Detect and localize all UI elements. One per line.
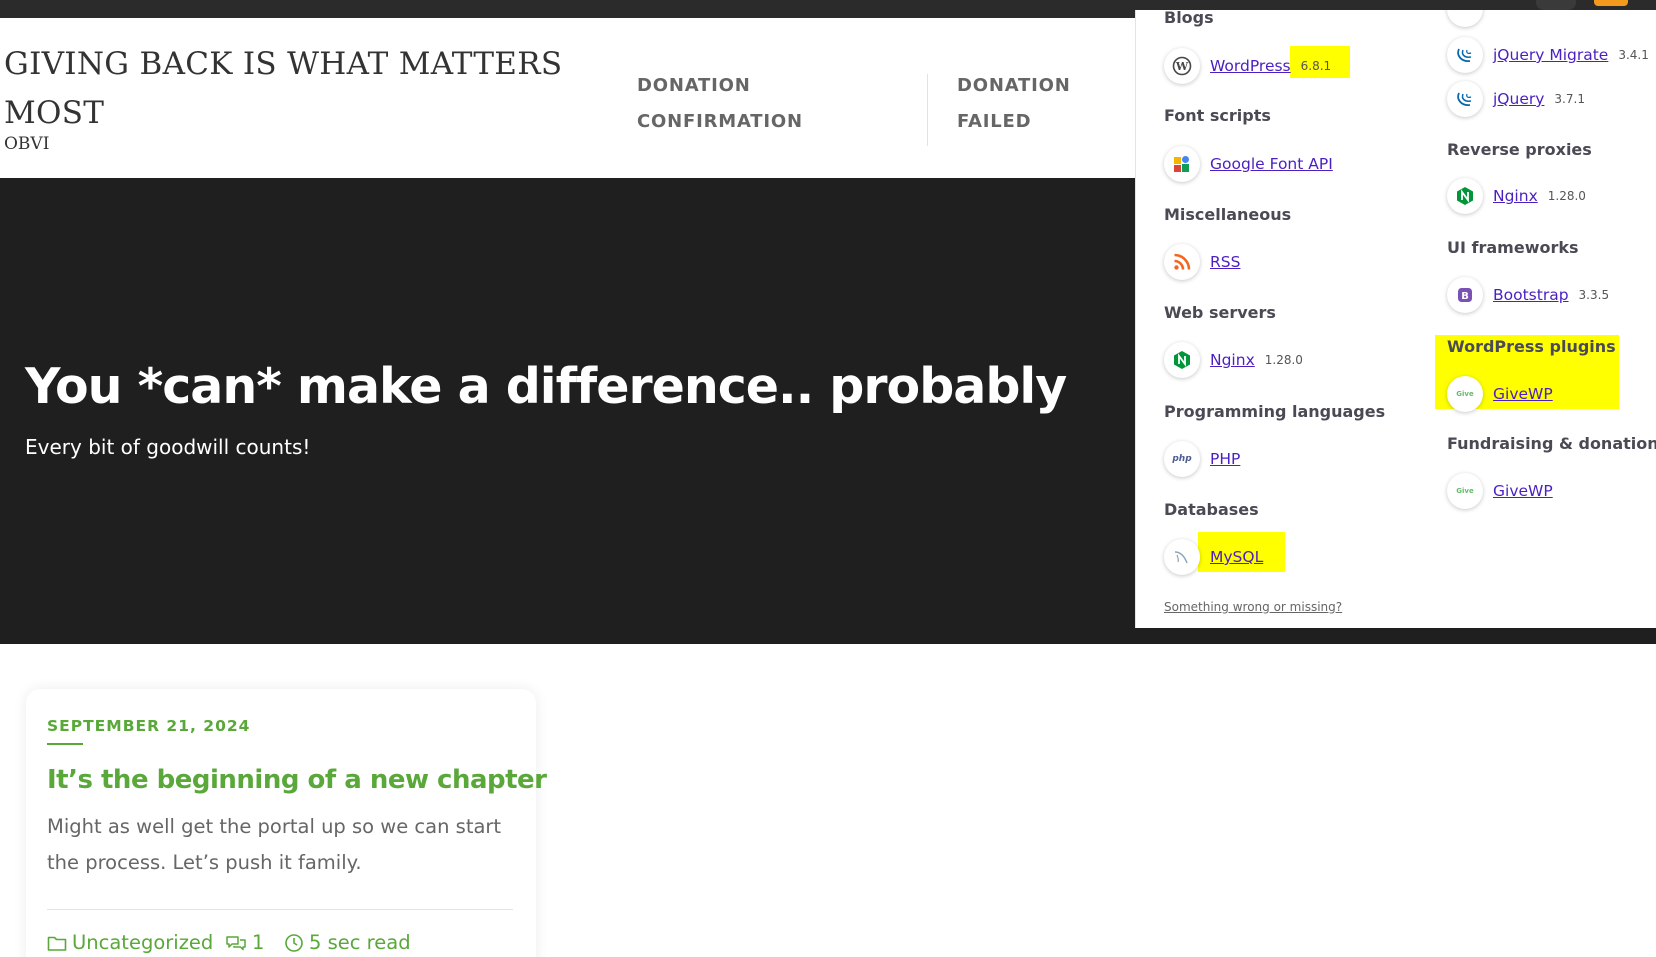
category-fundraising-donations: Fundraising & donations — [1447, 434, 1656, 453]
date-underline — [47, 743, 83, 745]
mysql-icon — [1164, 539, 1200, 575]
nav-divider — [927, 74, 928, 146]
post-read-time: 5 sec read — [284, 931, 411, 954]
tech-givewp-fundraising[interactable]: Give GiveWP — [1447, 472, 1553, 510]
tech-version: 6.8.1 — [1300, 59, 1332, 73]
tech-name[interactable]: Google Font API — [1210, 155, 1333, 173]
jquery-icon — [1447, 10, 1483, 27]
tech-name[interactable]: RSS — [1210, 253, 1240, 271]
post-date[interactable]: SEPTEMBER 21, 2024 — [47, 717, 250, 735]
tech-name[interactable]: Nginx — [1493, 187, 1538, 205]
site-header: GIVING BACK IS WHAT MATTERS MOST OBVI DO… — [0, 18, 1135, 178]
tech-jquery-migrate[interactable]: jQuery Migrate 3.4.1 — [1447, 36, 1649, 74]
category-font-scripts: Font scripts — [1164, 106, 1271, 125]
jquery-icon — [1447, 37, 1483, 73]
tech-name[interactable]: GiveWP — [1493, 385, 1553, 403]
hero-subtitle: Every bit of goodwill counts! — [25, 435, 311, 459]
tech-version: 1.28.0 — [1547, 189, 1586, 203]
hero-banner-edge — [1135, 628, 1656, 644]
category-ui-frameworks: UI frameworks — [1447, 238, 1579, 257]
feedback-link[interactable]: Something wrong or missing? — [1164, 600, 1342, 614]
post-card: SEPTEMBER 21, 2024 It’s the beginning of… — [26, 689, 547, 957]
wappalyzer-panel: Blogs W WordPress 6.8.1 Font scripts Goo… — [1135, 10, 1656, 628]
google-font-api-icon — [1164, 146, 1200, 182]
category-wordpress-plugins: WordPress plugins — [1447, 337, 1616, 356]
hero-banner: You *can* make a difference.. probably E… — [0, 178, 1135, 644]
tech-name[interactable]: WordPress — [1210, 57, 1291, 75]
hero-title: You *can* make a difference.. probably — [25, 358, 1067, 415]
tech-name[interactable]: jQuery — [1493, 90, 1544, 108]
nav-donation-failed[interactable]: DONATION FAILED — [957, 68, 1117, 140]
svg-text:B: B — [1461, 291, 1469, 302]
post-excerpt: Might as well get the portal up so we ca… — [47, 815, 502, 874]
nav-donation-confirmation[interactable]: DONATION CONFIRMATION — [637, 68, 867, 140]
post-comments[interactable]: 1 — [225, 931, 264, 954]
extension-badge-icon[interactable] — [1594, 0, 1628, 6]
bootstrap-icon: B — [1447, 277, 1483, 313]
post-category-label[interactable]: Uncategorized — [72, 931, 213, 954]
category-miscellaneous: Miscellaneous — [1164, 205, 1292, 224]
tech-jquery[interactable]: jQuery 3.7.1 — [1447, 80, 1585, 118]
tech-google-font-api[interactable]: Google Font API — [1164, 145, 1333, 183]
category-programming-languages: Programming languages — [1164, 402, 1386, 421]
tech-mysql[interactable]: MySQL — [1164, 538, 1263, 576]
svg-text:W: W — [1175, 60, 1189, 73]
givewp-icon: Give — [1447, 376, 1483, 412]
post-read-time-label: 5 sec read — [309, 931, 411, 954]
folder-icon — [47, 936, 67, 951]
site-tagline: OBVI — [4, 134, 50, 154]
tech-bootstrap[interactable]: B Bootstrap 3.3.5 — [1447, 276, 1609, 314]
post-comments-count[interactable]: 1 — [252, 931, 264, 954]
tech-version: 1.28.0 — [1264, 353, 1303, 367]
post-title[interactable]: It’s the beginning of a new chapter — [47, 765, 547, 795]
tech-nginx[interactable]: Nginx 1.28.0 — [1164, 341, 1303, 379]
tech-name[interactable]: jQuery Migrate — [1493, 46, 1608, 64]
tech-name[interactable]: Bootstrap — [1493, 286, 1569, 304]
tech-name[interactable]: PHP — [1210, 450, 1240, 468]
site-title[interactable]: GIVING BACK IS WHAT MATTERS MOST — [4, 40, 564, 138]
tech-name[interactable]: GiveWP — [1493, 482, 1553, 500]
category-databases: Databases — [1164, 500, 1259, 519]
nginx-icon — [1447, 178, 1483, 214]
rss-icon — [1164, 244, 1200, 280]
php-icon: php — [1164, 441, 1200, 477]
jquery-icon — [1447, 81, 1483, 117]
tech-version: 3.3.5 — [1578, 288, 1610, 302]
browser-tab-edge — [1536, 0, 1576, 10]
tech-version: 3.4.1 — [1618, 48, 1649, 62]
tech-givewp-plugin[interactable]: Give GiveWP — [1447, 375, 1553, 413]
post-divider — [47, 909, 513, 910]
tech-partial-top — [1447, 10, 1483, 28]
clock-icon — [285, 933, 303, 952]
category-blogs: Blogs — [1164, 10, 1214, 27]
category-web-servers: Web servers — [1164, 303, 1276, 322]
comments-icon — [226, 935, 246, 950]
tech-nginx-proxy[interactable]: Nginx 1.28.0 — [1447, 177, 1586, 215]
tech-name[interactable]: MySQL — [1210, 548, 1263, 566]
tech-rss[interactable]: RSS — [1164, 243, 1240, 281]
post-category[interactable]: Uncategorized — [47, 931, 213, 954]
category-reverse-proxies: Reverse proxies — [1447, 140, 1592, 159]
tech-wordpress[interactable]: W WordPress 6.8.1 — [1164, 47, 1331, 85]
tech-version: 3.7.1 — [1554, 92, 1585, 106]
wordpress-icon: W — [1164, 48, 1200, 84]
tech-php[interactable]: php PHP — [1164, 440, 1240, 478]
givewp-icon: Give — [1447, 473, 1483, 509]
nginx-icon — [1164, 342, 1200, 378]
tech-name[interactable]: Nginx — [1210, 351, 1255, 369]
